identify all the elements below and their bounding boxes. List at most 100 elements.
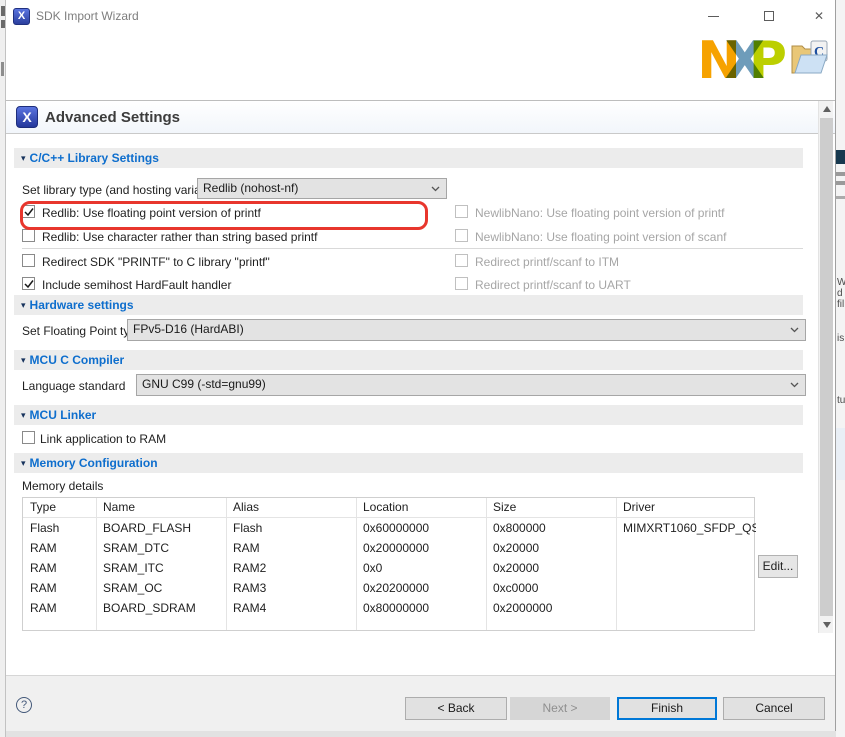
cell-name: SRAM_ITC — [96, 561, 164, 575]
checkbox-label[interactable]: Link application to RAM — [40, 432, 166, 446]
page-title: Advanced Settings — [45, 109, 180, 126]
back-button[interactable]: < Back — [405, 697, 507, 720]
memory-table[interactable]: Type Name Alias Location Size Driver Fla… — [22, 497, 755, 631]
titlebar[interactable]: X SDK Import Wizard ✕ — [6, 0, 835, 33]
background-fragment — [836, 172, 845, 176]
maximize-button[interactable] — [754, 6, 784, 26]
table-row[interactable]: RAM SRAM_DTC RAM 0x20000000 0x20000 — [23, 539, 754, 559]
table-row[interactable]: RAM BOARD_SDRAM RAM4 0x80000000 0x200000… — [23, 599, 754, 619]
scrollbar-thumb[interactable] — [820, 118, 833, 616]
section-title: C/C++ Library Settings — [30, 151, 159, 165]
minimize-icon — [708, 16, 719, 17]
collapse-triangle-icon: ▾ — [21, 355, 26, 365]
background-fragment — [1, 62, 4, 76]
cell-size: 0x2000000 — [486, 601, 552, 615]
table-row[interactable]: RAM SRAM_OC RAM3 0x20200000 0xc0000 — [23, 579, 754, 599]
checkbox-label[interactable]: Redlib: Use character rather than string… — [42, 230, 317, 244]
checkmark-icon — [23, 206, 36, 219]
checkbox-redlib-float-printf[interactable] — [22, 205, 35, 218]
library-type-label: Set library type (and hosting variant) — [22, 183, 215, 197]
collapse-triangle-icon: ▾ — [21, 153, 26, 163]
group-separator — [22, 248, 803, 249]
maximize-icon — [764, 11, 774, 21]
background-fragment — [1, 20, 5, 28]
wizard-banner: NXP C — [6, 33, 835, 100]
background-text-fragment: W — [837, 277, 845, 288]
vertical-scrollbar[interactable] — [818, 101, 833, 633]
sdk-import-wizard-dialog: X SDK Import Wizard ✕ NXP C — [6, 0, 836, 731]
cell-size: 0x800000 — [486, 521, 546, 535]
column-header[interactable]: Name — [96, 500, 135, 514]
cell-alias: Flash — [226, 521, 262, 535]
section-mcu-c-compiler[interactable]: ▾MCU C Compiler — [14, 350, 803, 370]
table-row[interactable]: Flash BOARD_FLASH Flash 0x60000000 0x800… — [23, 519, 754, 539]
nxp-letter-n: N — [697, 31, 725, 91]
cell-driver: MIMXRT1060_SFDP_QS... — [616, 521, 756, 535]
table-row[interactable]: RAM SRAM_ITC RAM2 0x0 0x20000 — [23, 559, 754, 579]
nxp-logo: NXP — [697, 36, 787, 88]
checkbox-label[interactable]: Redirect SDK "PRINTF" to C library "prin… — [42, 255, 270, 269]
background-text-fragment: tu — [837, 395, 845, 406]
mcuxpresso-app-icon: X — [13, 8, 30, 25]
column-header[interactable]: Location — [356, 500, 408, 514]
checkbox-label[interactable]: Include semihost HardFault handler — [42, 278, 231, 292]
checkbox-semihost-hardfault[interactable] — [22, 277, 35, 290]
column-header[interactable]: Driver — [616, 500, 655, 514]
cell-alias: RAM — [226, 541, 260, 555]
section-mcu-linker[interactable]: ▾ MCU Linker — [14, 405, 803, 425]
collapse-triangle-icon: ▾ — [21, 458, 26, 468]
background-fragment — [836, 196, 845, 199]
cell-type: RAM — [23, 541, 57, 555]
checkbox-link-to-ram[interactable] — [22, 431, 35, 444]
cell-size: 0xc0000 — [486, 581, 538, 595]
button-bar: ? < Back Next > Finish Cancel — [6, 675, 835, 731]
checkbox-newlibnano-float-scanf — [455, 229, 468, 242]
section-title: Memory Configuration — [30, 456, 158, 470]
checkbox-redirect-uart — [455, 277, 468, 290]
screen: W d fil is tu X SDK Import Wizard ✕ NXP — [0, 0, 845, 737]
cell-type: Flash — [23, 521, 59, 535]
cell-name: SRAM_OC — [96, 581, 162, 595]
help-icon[interactable]: ? — [16, 697, 32, 713]
cancel-button[interactable]: Cancel — [723, 697, 825, 720]
background-text-fragment: fil — [837, 299, 844, 310]
checkbox-redirect-itm — [455, 254, 468, 267]
column-header[interactable]: Type — [23, 500, 56, 514]
chevron-down-icon — [431, 186, 440, 192]
checkbox-redlib-char-printf[interactable] — [22, 229, 35, 242]
background-fragment — [836, 428, 845, 480]
column-header[interactable]: Size — [486, 500, 516, 514]
cell-name: BOARD_FLASH — [96, 521, 191, 535]
checkbox-label: NewlibNano: Use floating point version o… — [475, 206, 724, 220]
scroll-down-icon[interactable] — [819, 617, 834, 633]
edit-button[interactable]: Edit... — [758, 555, 798, 578]
cell-name: SRAM_DTC — [96, 541, 169, 555]
section-library-settings[interactable]: ▾ C/C++ Library Settings — [14, 148, 803, 168]
minimize-button[interactable] — [698, 6, 728, 26]
cell-size: 0x20000 — [486, 561, 539, 575]
fpu-combo[interactable]: FPv5-D16 (HardABI) — [127, 319, 806, 341]
section-hardware-settings[interactable]: ▾Hardware settings — [14, 295, 803, 315]
checkbox-label: Redirect printf/scanf to ITM — [475, 255, 619, 269]
collapse-triangle-icon: ▾ — [21, 300, 26, 310]
language-standard-label: Language standard — [22, 379, 125, 393]
finish-button[interactable]: Finish — [617, 697, 717, 720]
library-type-value: Redlib (nohost-nf) — [203, 181, 298, 195]
checkbox-redirect-sdk-printf[interactable] — [22, 254, 35, 267]
checkmark-icon — [23, 278, 36, 291]
column-header[interactable]: Alias — [226, 500, 259, 514]
chevron-down-icon — [790, 382, 799, 388]
background-fragment — [1, 6, 5, 16]
background-fragment — [836, 181, 845, 185]
wizard-page-header: X Advanced Settings — [6, 100, 835, 134]
library-type-combo[interactable]: Redlib (nohost-nf) — [197, 178, 447, 199]
close-button[interactable]: ✕ — [804, 6, 834, 26]
scroll-up-icon[interactable] — [819, 101, 834, 117]
collapse-triangle-icon: ▾ — [21, 410, 26, 420]
checkbox-label[interactable]: Redlib: Use floating point version of pr… — [42, 206, 261, 220]
language-standard-combo[interactable]: GNU C99 (-std=gnu99) — [136, 374, 806, 396]
section-memory-configuration[interactable]: ▾ Memory Configuration — [14, 453, 803, 473]
section-title: MCU Linker — [30, 408, 97, 422]
cell-type: RAM — [23, 581, 57, 595]
cell-location: 0x80000000 — [356, 601, 429, 615]
